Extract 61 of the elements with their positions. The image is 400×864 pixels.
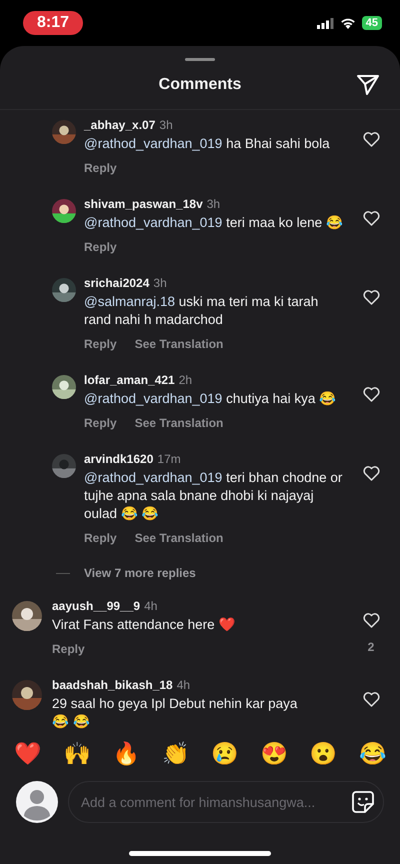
emoji-button[interactable]: ❤	[14, 741, 41, 767]
reply-link[interactable]: Reply	[84, 161, 117, 175]
reply-link[interactable]: Reply	[84, 531, 117, 545]
username[interactable]: lofar_aman_421	[84, 373, 175, 387]
username[interactable]: _abhay_x.07	[84, 118, 156, 132]
send-icon[interactable]	[356, 74, 380, 96]
comment-time: 3h	[153, 276, 167, 290]
translation-link[interactable]: See Translation	[134, 531, 224, 545]
translation-link[interactable]: See Translation	[134, 337, 224, 351]
comment-text: 29 saal ho geya Ipl Debut nehin kar paya 😂 😂	[52, 695, 298, 731]
emoji-button[interactable]: 😂	[358, 741, 386, 767]
emoji-button[interactable]: 🔥	[112, 741, 140, 767]
username[interactable]: shivam_paswan_18v	[84, 197, 203, 211]
comment-time: 17m	[157, 452, 181, 466]
emoji-button[interactable]: 😢	[211, 741, 238, 767]
comment-time: 3h	[159, 118, 173, 132]
emoji-button[interactable]: 😮	[310, 741, 337, 767]
comment-time: 4h	[176, 678, 190, 692]
like-icon[interactable]	[362, 613, 380, 628]
mention-link[interactable]: @rathod_vardhan_019	[84, 391, 222, 406]
comment-time: 2h	[178, 373, 192, 387]
mention-link[interactable]: @salmanraj.18	[84, 294, 175, 309]
status-time: 8:17	[23, 11, 84, 35]
signal-icon	[316, 18, 334, 28]
profile-avatar-icon	[16, 781, 58, 823]
mention-link[interactable]: @rathod_vardhan_019	[84, 136, 222, 151]
battery-level: 45	[362, 16, 382, 30]
like-icon[interactable]	[362, 692, 380, 707]
username[interactable]: baadshah_bikash_18	[52, 678, 173, 692]
comment-text: @rathod_vardhan_019 chutiya hai kya 😂	[84, 390, 338, 408]
emoji-button[interactable]: 😍	[260, 741, 288, 767]
comment-field[interactable]: Add a comment for himanshusangwa...	[68, 781, 384, 823]
comment-text: @rathod_vardhan_019 teri bhan chodne or tujhe apna sala bnane dhobi ki najayaj oulad 😂 😂	[84, 469, 344, 523]
comment-time: 3h	[206, 197, 220, 211]
comment-time: 4h	[144, 599, 158, 613]
emoji-button[interactable]: 👏	[162, 741, 189, 767]
reply-link[interactable]: Reply	[84, 240, 117, 254]
username[interactable]: aayush__99__9	[52, 599, 140, 613]
like-icon[interactable]	[362, 132, 380, 147]
comment-text: Virat Fans attendance here ❤	[52, 616, 236, 634]
mention-link[interactable]: @rathod_vardhan_019	[84, 470, 222, 485]
reply-link[interactable]: Reply	[84, 416, 117, 430]
sticker-icon[interactable]	[352, 791, 374, 813]
reply-link[interactable]: Reply	[52, 642, 85, 656]
emoji-button[interactable]: 🙌	[63, 741, 90, 767]
like-count: 2	[368, 640, 374, 654]
like-icon[interactable]	[362, 211, 380, 226]
sheet-title: Comments	[158, 76, 242, 94]
comment-text: @rathod_vardhan_019 ha Bhai sahi bola	[84, 135, 331, 153]
reply-link[interactable]: Reply	[84, 337, 117, 351]
username[interactable]: arvindk1620	[84, 452, 154, 466]
like-icon[interactable]	[362, 290, 380, 305]
comment-text: @rathod_vardhan_019 teri maa ko lene 😂	[84, 214, 344, 232]
wifi-icon	[340, 17, 356, 29]
username[interactable]: srichai2024	[84, 276, 150, 290]
mention-link[interactable]: @rathod_vardhan_019	[84, 215, 222, 230]
like-icon[interactable]	[362, 387, 380, 402]
comment-text: @salmanraj.18 uski ma teri ma ki tarah rand nahi h madarchod	[84, 293, 320, 329]
like-icon[interactable]	[362, 466, 380, 481]
translation-link[interactable]: See Translation	[134, 416, 224, 430]
view-replies-link[interactable]: View 7 more replies	[84, 566, 196, 580]
